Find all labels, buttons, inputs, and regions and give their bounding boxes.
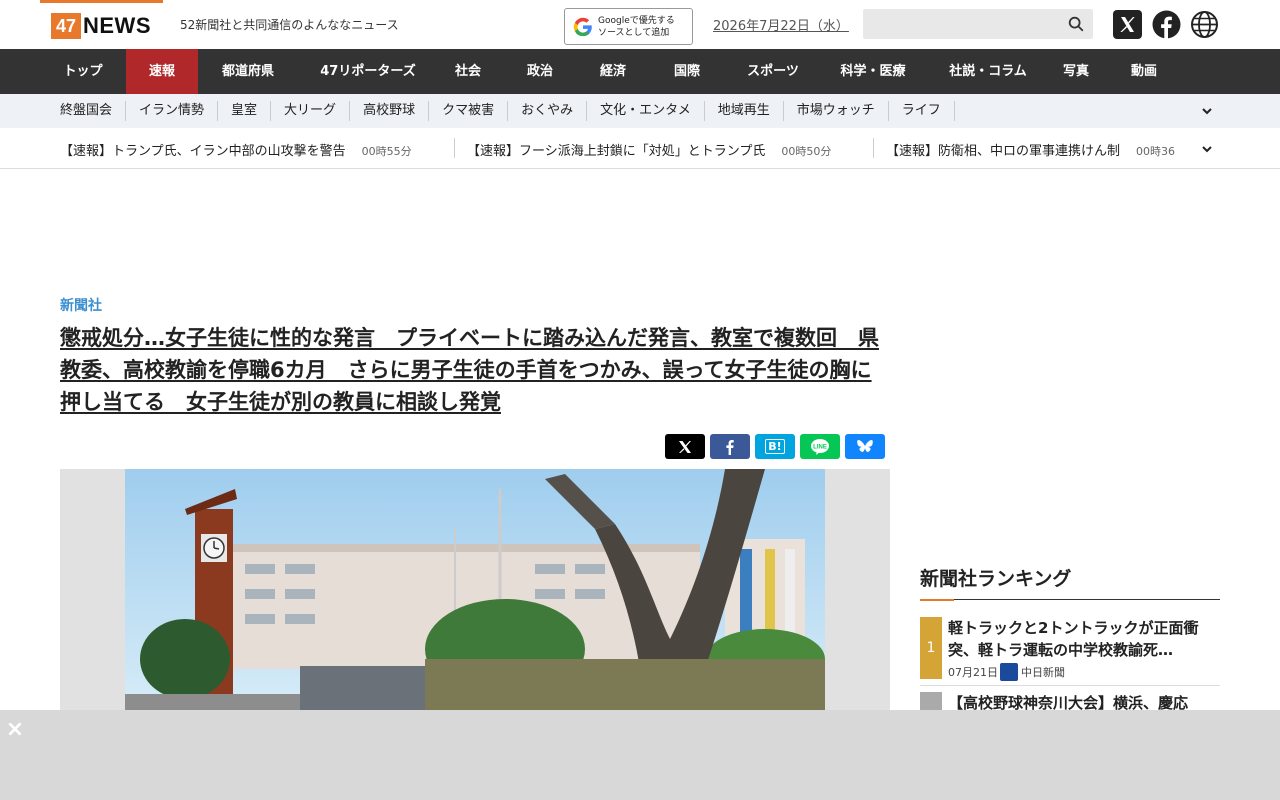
logo-number: 47	[51, 13, 81, 39]
site-logo[interactable]: 47 NEWS	[40, 0, 163, 49]
x-icon[interactable]	[1113, 10, 1142, 39]
ticker-item[interactable]: 【速報】防衛相、中ロの軍事連携けん制 00時36	[886, 140, 1175, 159]
hatena-icon: B!	[765, 439, 785, 454]
globe-icon[interactable]	[1190, 10, 1219, 39]
article-category[interactable]: 新聞社	[60, 295, 102, 315]
nav-item-politics[interactable]: 政治	[498, 49, 582, 94]
topic-item[interactable]: 文化・エンタメ	[587, 101, 705, 121]
chevron-down-icon[interactable]	[1200, 104, 1214, 118]
topic-navigation: 終盤国会 イラン情勢 皇室 大リーグ 高校野球 クマ被害 おくやみ 文化・エンタ…	[0, 94, 1280, 128]
nav-item-economy[interactable]: 経済	[582, 49, 644, 94]
main-navigation: トップ 速報 都道府県 47リポーターズ 社会 政治 経済 国際 スポーツ 科学…	[0, 49, 1280, 94]
current-date-link[interactable]: 2026年7月22日（水）	[713, 15, 849, 34]
nav-item-international[interactable]: 国際	[644, 49, 730, 94]
nav-item-breaking[interactable]: 速報	[126, 49, 198, 94]
topic-item[interactable]: 地域再生	[705, 101, 784, 121]
ranking-source: 中日新聞	[1021, 666, 1065, 679]
ticker-time: 00時36	[1136, 145, 1176, 158]
google-button-line2: ソースとして追加	[598, 27, 670, 38]
ranking-date: 07月21日	[948, 666, 998, 679]
ticker-time: 00時50分	[781, 145, 832, 158]
topic-item[interactable]: 終盤国会	[60, 101, 127, 121]
x-icon	[679, 440, 691, 453]
logo-accent-bar	[40, 0, 163, 3]
nav-item-society[interactable]: 社会	[438, 49, 498, 94]
topic-item[interactable]: 皇室	[218, 101, 272, 121]
nav-item-videos[interactable]: 動画	[1106, 49, 1182, 94]
topic-item[interactable]: 市場ウォッチ	[784, 101, 889, 121]
ticker-headline: 【速報】防衛相、中ロの軍事連携けん制	[886, 144, 1121, 159]
topic-item[interactable]: クマ被害	[429, 101, 509, 121]
nav-item-photos[interactable]: 写真	[1046, 49, 1106, 94]
ranking-number: 1	[920, 617, 942, 679]
share-bluesky-button[interactable]	[845, 434, 885, 459]
facebook-icon[interactable]	[1152, 10, 1181, 39]
ranking-title-divider	[920, 599, 1220, 601]
bottom-ad-banner: ×	[0, 710, 1280, 800]
nav-item-top[interactable]: トップ	[40, 49, 126, 94]
topic-item[interactable]: 高校野球	[350, 101, 430, 121]
google-icon	[573, 17, 592, 36]
search-box	[863, 9, 1093, 39]
share-x-button[interactable]	[665, 434, 705, 459]
topic-item[interactable]: イラン情勢	[126, 101, 219, 121]
ranking-meta: 07月21日 中日新聞	[948, 663, 1065, 681]
google-button-line1: Googleで優先する	[598, 15, 675, 26]
ticker-item[interactable]: 【速報】フーシ派海上封鎖に「対処」とトランプ氏 00時50分	[467, 140, 831, 159]
site-header: 47 NEWS 52新聞社と共同通信のよんななニュース Googleで優先する …	[0, 0, 1280, 49]
site-tagline: 52新聞社と共同通信のよんななニュース	[180, 18, 399, 32]
ticker-divider	[454, 138, 455, 158]
share-line-button[interactable]: LINE	[800, 434, 840, 459]
ticker-headline: 【速報】フーシ派海上封鎖に「対処」とトランプ氏	[467, 144, 766, 159]
search-icon[interactable]	[1067, 15, 1085, 33]
ranking-divider	[920, 685, 1220, 686]
article-headline[interactable]: 懲戒処分…女子生徒に性的な発言 プライベートに踏み込んだ発言、教室で複数回 県教…	[60, 322, 890, 418]
newspaper-logo-icon	[1000, 663, 1018, 681]
ranking-headline: 軽トラックと2トントラックが正面衝突、軽トラ運転の中学校教諭死…	[948, 619, 1199, 659]
ticker-item[interactable]: 【速報】トランプ氏、イラン中部の山攻撃を警告 00時55分	[60, 140, 412, 159]
nav-item-science-medicine[interactable]: 科学・医療	[816, 49, 930, 94]
topic-item[interactable]: 大リーグ	[271, 101, 351, 121]
bluesky-icon	[857, 439, 873, 452]
svg-text:LINE: LINE	[813, 444, 827, 450]
chevron-down-icon[interactable]	[1200, 142, 1214, 156]
share-facebook-button[interactable]	[710, 434, 750, 459]
ranking-item[interactable]: 1 軽トラックと2トントラックが正面衝突、軽トラ運転の中学校教諭死… 07月21…	[920, 617, 1220, 685]
facebook-icon	[726, 439, 734, 455]
google-preferred-source-button[interactable]: Googleで優先する ソースとして追加	[564, 8, 693, 45]
ranking-title-accent	[920, 599, 954, 601]
ranking-title: 新聞社ランキング	[920, 568, 1072, 590]
article-photo-container	[60, 469, 890, 710]
ticker-divider	[873, 138, 874, 158]
line-icon: LINE	[811, 438, 829, 455]
nav-item-prefectures[interactable]: 都道府県	[198, 49, 298, 94]
nav-item-editorials-columns[interactable]: 社説・コラム	[930, 49, 1046, 94]
topic-item[interactable]: おくやみ	[508, 101, 588, 121]
ticker-headline: 【速報】トランプ氏、イラン中部の山攻撃を警告	[60, 144, 346, 159]
logo-word: NEWS	[83, 13, 151, 38]
article-photo[interactable]	[125, 469, 825, 710]
nav-item-sports[interactable]: スポーツ	[730, 49, 816, 94]
search-input[interactable]	[863, 9, 1053, 39]
breaking-news-ticker: 【速報】トランプ氏、イラン中部の山攻撃を警告 00時55分 【速報】フーシ派海上封…	[0, 128, 1280, 169]
ticker-time: 00時55分	[361, 145, 412, 158]
share-hatena-button[interactable]: B!	[755, 434, 795, 459]
close-icon[interactable]: ×	[5, 719, 25, 741]
nav-item-47reporters[interactable]: 47リポーターズ	[298, 49, 438, 94]
topic-item[interactable]: ライフ	[889, 101, 955, 121]
